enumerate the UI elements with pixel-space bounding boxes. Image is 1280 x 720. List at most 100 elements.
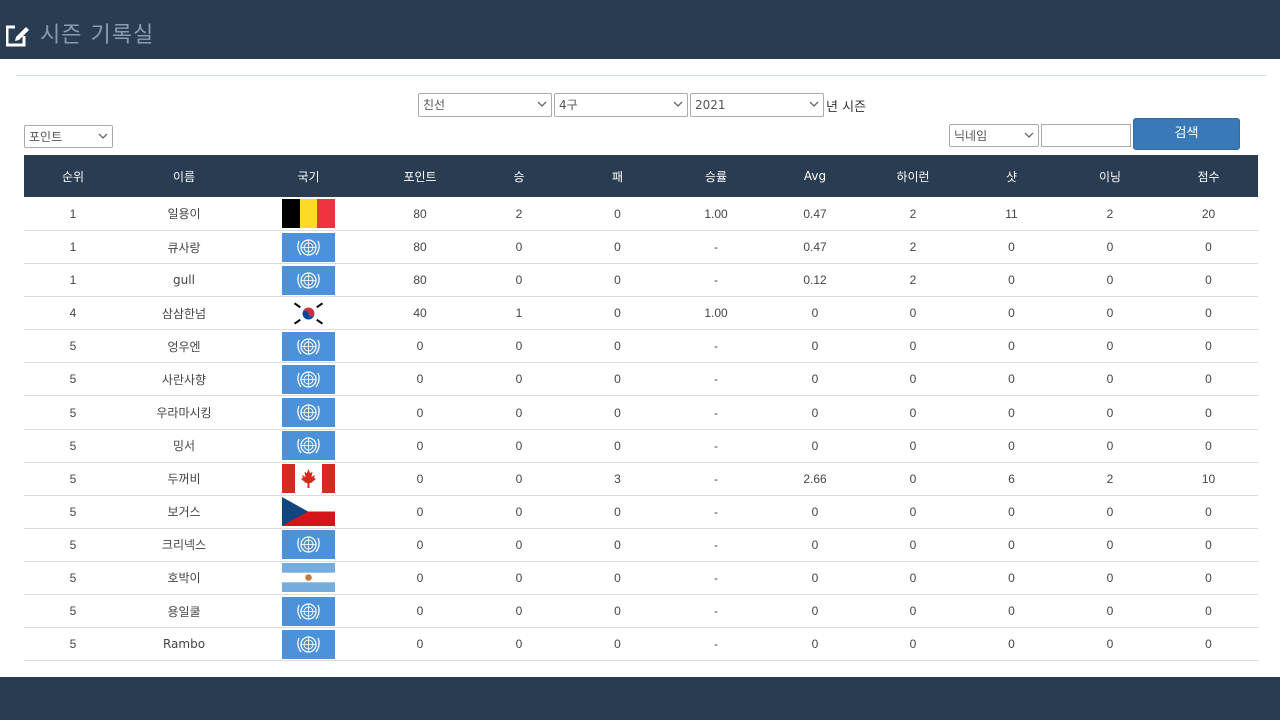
table-row[interactable]: 5 호박이 0 0 0 - 0 0 0 0 0 [24,561,1258,595]
cell-wins: 0 [515,471,523,486]
column-header[interactable]: 승률 [666,155,766,197]
table-row[interactable]: 5 Rambo 0 0 0 - 0 0 0 0 0 [24,628,1258,661]
table-row[interactable]: 5 용일쿨 0 0 0 - 0 0 0 0 0 [24,595,1258,628]
cell-wins: 0 [515,273,523,288]
cell-innings: 0 [1106,372,1114,387]
cell-wins: 0 [515,240,523,255]
cell-losses: 0 [614,570,621,585]
cell-win-rate: - [714,273,718,288]
cell-name: 사란사향 [161,372,207,387]
table-row[interactable]: 4 삼삼한넘 40 1 0 1.00 0 0 0 0 0 [24,297,1258,330]
sort-select-value: 포인트 [29,130,63,144]
cell-shots: 0 [1008,306,1015,321]
cell-shots: 6 [1008,471,1015,486]
column-header[interactable]: 하이런 [864,155,962,197]
cell-rank: 5 [69,537,77,552]
search-input[interactable] [1041,124,1131,147]
table-row[interactable]: 5 크리넥스 0 0 0 - 0 0 0 0 0 [24,528,1258,562]
country-flag-cell [246,264,371,297]
table-row[interactable]: 1 gull 80 0 0 - 0.12 2 0 0 0 [24,264,1258,297]
column-header[interactable]: 이름 [122,155,246,197]
search-field-value: 닉네임 [954,129,988,143]
cell-win-rate: - [714,339,718,354]
cell-wins: 0 [515,372,523,387]
cell-rank: 5 [69,471,77,486]
korea-flag-icon [282,298,335,328]
un-flag-icon [282,431,335,461]
column-header[interactable]: 이닝 [1061,155,1159,197]
sort-select[interactable]: 포인트 [24,125,113,148]
cell-rank: 1 [69,206,77,221]
cell-points: 0 [416,570,424,585]
cell-losses: 0 [614,405,621,420]
app-header: 시즌 기록실 [0,0,1280,59]
country-flag-cell [246,231,371,264]
table-row[interactable]: 1 큐사랑 80 0 0 - 0.47 2 0 0 0 [24,231,1258,264]
table-row[interactable]: 5 보거스 0 0 0 - 0 0 0 0 0 [24,495,1258,529]
table-row[interactable]: 5 두꺼비 0 0 3 - 2.66 0 6 2 10 [24,462,1258,496]
czech-flag-icon [282,497,335,527]
cell-innings: 0 [1106,405,1114,420]
chevron-down-icon [98,133,108,139]
cell-points: 0 [416,504,424,519]
cell-rank: 4 [69,306,77,321]
column-header[interactable]: 샷 [962,155,1061,197]
cell-points: 0 [416,438,424,453]
division-select[interactable]: 친선 [418,93,552,117]
zone-select[interactable]: 4구 [554,93,688,117]
cell-rank: 5 [69,405,77,420]
cell-score: 0 [1205,405,1212,420]
column-header[interactable]: 순위 [24,155,122,197]
country-flag-cell [246,595,371,628]
cell-points: 0 [416,405,424,420]
cell-avg: 0.47 [803,240,827,255]
cell-score: 0 [1205,438,1212,453]
cell-name: 두꺼비 [167,472,201,487]
cell-innings: 0 [1106,240,1114,255]
cell-avg: 0 [811,306,819,321]
cell-points: 80 [413,206,427,221]
column-header[interactable]: 국기 [246,155,371,197]
cell-innings: 0 [1106,504,1114,519]
cell-shots: 0 [1008,273,1015,288]
cell-name: 용일쿨 [167,604,201,619]
column-header[interactable]: 패 [569,155,666,197]
cell-losses: 0 [614,339,621,354]
year-select-value: 2021 [695,98,726,112]
table-row[interactable]: 1 일용이 80 2 0 1.00 0.47 2 11 2 20 [24,197,1258,231]
cell-high-run: 2 [909,273,917,288]
column-header[interactable]: 포인트 [371,155,469,197]
table-row[interactable]: 5 우라마시킹 0 0 0 - 0 0 0 0 0 [24,396,1258,430]
cell-high-run: 0 [909,438,917,453]
cell-avg: 0 [811,405,819,420]
cell-innings: 2 [1106,471,1114,486]
search-button[interactable]: 검색 [1133,118,1240,150]
cell-shots: 0 [1008,438,1015,453]
cell-rank: 5 [69,504,77,519]
cell-points: 40 [413,306,427,321]
season-suffix-label: 년 시즌 [826,100,867,115]
column-header[interactable]: 점수 [1159,155,1258,197]
app-footer [0,677,1280,720]
cell-losses: 0 [614,240,621,255]
country-flag-cell [246,330,371,363]
table-row[interactable]: 5 엉우엔 0 0 0 - 0 0 0 0 0 [24,330,1258,363]
cell-high-run: 2 [909,206,917,221]
cell-name: 일용이 [167,207,201,221]
cell-wins: 2 [515,206,523,221]
search-field-select[interactable]: 닉네임 [949,124,1039,147]
cell-name: 큐사랑 [167,240,201,255]
column-header[interactable]: 승 [469,155,569,197]
table-row[interactable]: 5 사란사향 0 0 0 - 0 0 0 0 0 [24,363,1258,396]
cell-innings: 0 [1106,604,1114,619]
cell-points: 0 [416,637,424,652]
column-header[interactable]: Avg [766,155,864,197]
cell-high-run: 0 [909,570,917,585]
year-select[interactable]: 2021 [690,93,824,117]
cell-innings: 0 [1106,570,1114,585]
country-flag-cell [246,297,371,330]
table-row[interactable]: 5 밍서 0 0 0 - 0 0 0 0 0 [24,429,1258,463]
cell-score: 0 [1205,537,1212,552]
cell-win-rate: - [714,504,718,519]
division-select-value: 친선 [423,98,446,112]
